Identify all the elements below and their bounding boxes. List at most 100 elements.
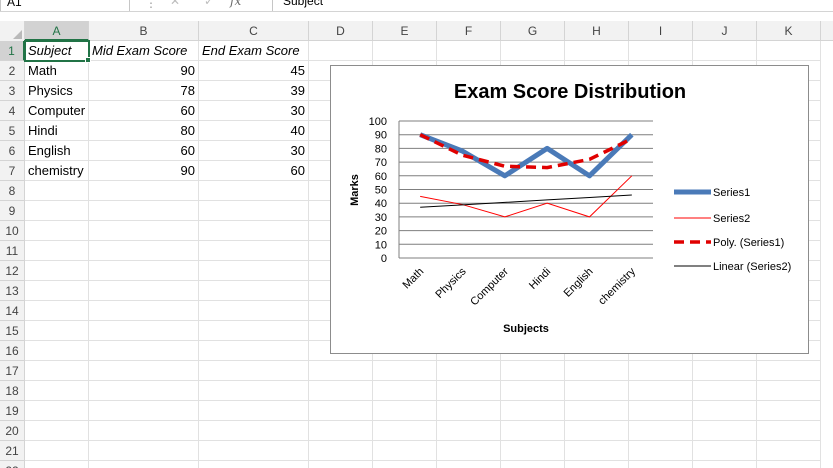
cell-b1[interactable]: Mid Exam Score: [89, 41, 199, 61]
cell-g21[interactable]: [501, 441, 565, 461]
cell-c14[interactable]: [199, 301, 309, 321]
cell-b11[interactable]: [89, 241, 199, 261]
row-header-9[interactable]: 9: [0, 201, 25, 221]
cell-a6[interactable]: English: [25, 141, 89, 161]
cell-c22[interactable]: [199, 461, 309, 468]
cell-i17[interactable]: [629, 361, 693, 381]
cell-c6[interactable]: 30: [199, 141, 309, 161]
row-header-1[interactable]: 1: [0, 41, 25, 61]
cell-i1[interactable]: [629, 41, 693, 61]
cell-b13[interactable]: [89, 281, 199, 301]
cell-b17[interactable]: [89, 361, 199, 381]
cell-e18[interactable]: [373, 381, 437, 401]
cell-d1[interactable]: [309, 41, 373, 61]
row-header-17[interactable]: 17: [0, 361, 25, 381]
name-box[interactable]: A1: [0, 0, 130, 11]
cell-b9[interactable]: [89, 201, 199, 221]
cell-g19[interactable]: [501, 401, 565, 421]
cell-k1[interactable]: [757, 41, 821, 61]
chart[interactable]: Exam Score Distribution 0 10 20 30 40 50 60 70 80…: [330, 65, 809, 354]
cell-i20[interactable]: [629, 421, 693, 441]
enter-icon[interactable]: ✓: [204, 0, 214, 8]
row-header-14[interactable]: 14: [0, 301, 25, 321]
cell-f19[interactable]: [437, 401, 501, 421]
cell-g18[interactable]: [501, 381, 565, 401]
row-header-10[interactable]: 10: [0, 221, 25, 241]
cell-b15[interactable]: [89, 321, 199, 341]
cell-c10[interactable]: [199, 221, 309, 241]
row-header-20[interactable]: 20: [0, 421, 25, 441]
cell-a19[interactable]: [25, 401, 89, 421]
cell-g1[interactable]: [501, 41, 565, 61]
cell-c9[interactable]: [199, 201, 309, 221]
cell-j22[interactable]: [693, 461, 757, 468]
row-header-15[interactable]: 15: [0, 321, 25, 341]
cell-b19[interactable]: [89, 401, 199, 421]
cell-c2[interactable]: 45: [199, 61, 309, 81]
cell-a9[interactable]: [25, 201, 89, 221]
cell-e21[interactable]: [373, 441, 437, 461]
cell-a8[interactable]: [25, 181, 89, 201]
cell-a13[interactable]: [25, 281, 89, 301]
cell-b21[interactable]: [89, 441, 199, 461]
cell-b10[interactable]: [89, 221, 199, 241]
insert-function-icon[interactable]: fx: [230, 0, 241, 8]
cell-e20[interactable]: [373, 421, 437, 441]
row-header-13[interactable]: 13: [0, 281, 25, 301]
cell-a15[interactable]: [25, 321, 89, 341]
cell-g22[interactable]: [501, 461, 565, 468]
cell-c3[interactable]: 39: [199, 81, 309, 101]
cell-c12[interactable]: [199, 261, 309, 281]
cell-a5[interactable]: Hindi: [25, 121, 89, 141]
cell-b16[interactable]: [89, 341, 199, 361]
cell-b3[interactable]: 78: [89, 81, 199, 101]
row-header-19[interactable]: 19: [0, 401, 25, 421]
cell-c4[interactable]: 30: [199, 101, 309, 121]
cell-b20[interactable]: [89, 421, 199, 441]
cell-d22[interactable]: [309, 461, 373, 468]
row-header-11[interactable]: 11: [0, 241, 25, 261]
column-header-b[interactable]: B: [89, 21, 199, 41]
cell-a12[interactable]: [25, 261, 89, 281]
formula-input[interactable]: Subject: [272, 0, 833, 11]
cancel-icon[interactable]: ✕: [170, 0, 180, 8]
cell-k22[interactable]: [757, 461, 821, 468]
cell-h1[interactable]: [565, 41, 629, 61]
column-header-i[interactable]: I: [629, 21, 693, 41]
row-header-18[interactable]: 18: [0, 381, 25, 401]
cell-e19[interactable]: [373, 401, 437, 421]
cell-i18[interactable]: [629, 381, 693, 401]
cell-b6[interactable]: 60: [89, 141, 199, 161]
row-header-8[interactable]: 8: [0, 181, 25, 201]
column-header-g[interactable]: G: [501, 21, 565, 41]
cell-a14[interactable]: [25, 301, 89, 321]
cell-a17[interactable]: [25, 361, 89, 381]
linear-series2-trendline[interactable]: [420, 194, 632, 208]
cell-a1[interactable]: Subject: [24, 40, 90, 62]
cell-a10[interactable]: [25, 221, 89, 241]
cell-k18[interactable]: [757, 381, 821, 401]
column-header-d[interactable]: D: [309, 21, 373, 41]
cell-c7[interactable]: 60: [199, 161, 309, 181]
cell-f18[interactable]: [437, 381, 501, 401]
cell-a20[interactable]: [25, 421, 89, 441]
cell-f22[interactable]: [437, 461, 501, 468]
row-header-6[interactable]: 6: [0, 141, 25, 161]
cell-j17[interactable]: [693, 361, 757, 381]
cell-a2[interactable]: Math: [25, 61, 89, 81]
row-header-22[interactable]: 22: [0, 461, 25, 468]
cell-j18[interactable]: [693, 381, 757, 401]
cell-j1[interactable]: [693, 41, 757, 61]
cell-c8[interactable]: [199, 181, 309, 201]
cell-a16[interactable]: [25, 341, 89, 361]
row-header-7[interactable]: 7: [0, 161, 25, 181]
cell-b5[interactable]: 80: [89, 121, 199, 141]
row-header-21[interactable]: 21: [0, 441, 25, 461]
cell-b7[interactable]: 90: [89, 161, 199, 181]
cell-f1[interactable]: [437, 41, 501, 61]
select-all-button[interactable]: [0, 21, 25, 41]
fill-handle[interactable]: [85, 57, 91, 63]
row-header-3[interactable]: 3: [0, 81, 25, 101]
cell-i19[interactable]: [629, 401, 693, 421]
cell-g17[interactable]: [501, 361, 565, 381]
